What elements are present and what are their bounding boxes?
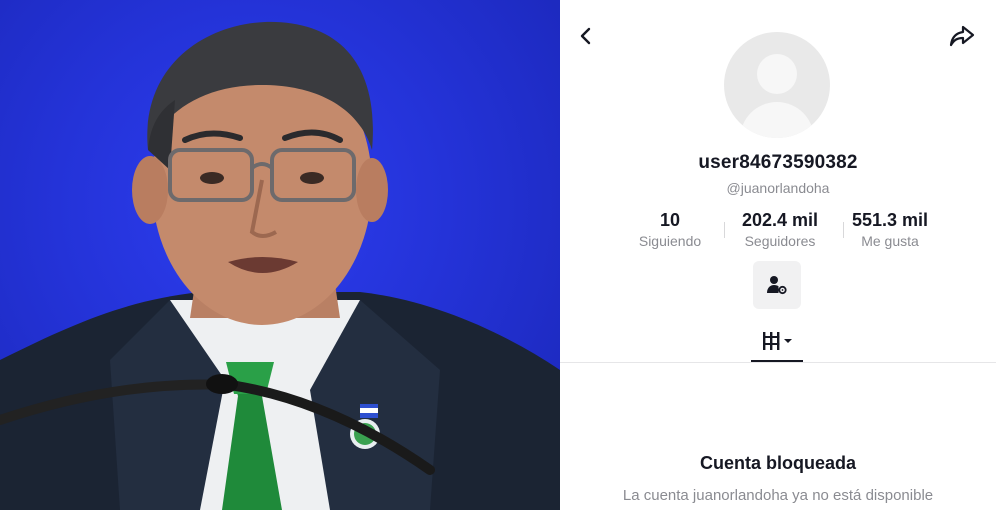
stat-label: Siguiendo: [638, 233, 702, 249]
avatar[interactable]: [724, 32, 830, 138]
username: user84673590382: [698, 152, 858, 173]
share-arrow-icon: [949, 25, 975, 47]
avatar-head: [757, 54, 797, 94]
stat-likes[interactable]: 551.3 mil Me gusta: [840, 208, 940, 254]
profile-stats: 10 Siguiendo 202.4 mil Seguidores 551.3 …: [620, 208, 940, 254]
handle: @juanorlandoha: [726, 180, 830, 196]
stat-value: 551.3 mil: [851, 210, 929, 230]
speaker-photo: [0, 0, 560, 510]
avatar-body: [740, 102, 814, 138]
stat-label: Me gusta: [861, 233, 919, 249]
blocked-description: La cuenta juanorlandoha ya no está dispo…: [622, 487, 934, 504]
stat-label: Seguidores: [744, 233, 816, 249]
stat-following[interactable]: 10 Siguiendo: [620, 208, 720, 254]
stat-value: 10: [659, 210, 681, 230]
back-button[interactable]: [570, 20, 602, 52]
stat-value: 202.4 mil: [741, 210, 819, 230]
person-settings-icon: [767, 276, 787, 295]
speaker-illustration: [0, 21, 560, 510]
videos-grid-icon: [763, 332, 792, 350]
profile-page: user84673590382 @juanorlandoha 10 Siguie…: [560, 0, 996, 510]
add-friend-button[interactable]: [753, 261, 801, 309]
stat-followers[interactable]: 202.4 mil Seguidores: [721, 208, 839, 254]
tab-divider: [560, 362, 996, 363]
chevron-left-icon: [580, 27, 591, 45]
share-button[interactable]: [946, 20, 978, 52]
screenshot-composite: user84673590382 @juanorlandoha 10 Siguie…: [0, 0, 996, 510]
tab-videos[interactable]: [751, 326, 803, 362]
blocked-title: Cuenta bloqueada: [699, 453, 856, 473]
